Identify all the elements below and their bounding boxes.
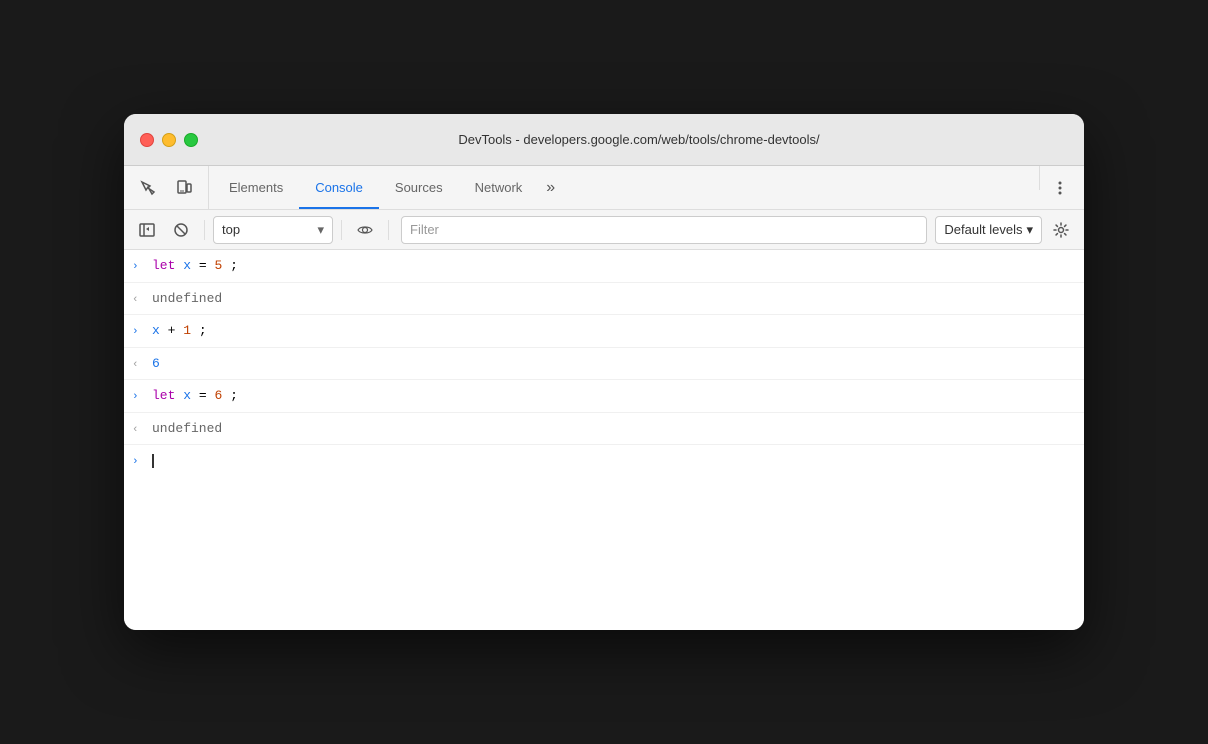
- device-mode-icon: [176, 180, 192, 196]
- num-5: 5: [214, 258, 222, 273]
- sidebar-toggle-button[interactable]: [132, 215, 162, 245]
- output-arrow-3: ‹: [132, 422, 152, 439]
- result-undefined-2: undefined: [152, 419, 1076, 439]
- num-6: 6: [214, 388, 222, 403]
- fullscreen-button[interactable]: [184, 133, 198, 147]
- title-bar: DevTools - developers.google.com/web/too…: [124, 114, 1084, 166]
- tab-bar-right-icons: [1044, 166, 1076, 209]
- tab-network[interactable]: Network: [459, 166, 539, 209]
- clear-icon: [173, 222, 189, 238]
- inspect-icon: [140, 180, 156, 196]
- eye-icon-button[interactable]: [350, 215, 380, 245]
- tab-bar: Elements Console Sources Network »: [124, 166, 1084, 210]
- num-1: 1: [183, 323, 191, 338]
- context-select[interactable]: top ▾: [213, 216, 333, 244]
- filter-input[interactable]: [401, 216, 927, 244]
- more-options-icon: [1052, 180, 1068, 196]
- clear-button[interactable]: [166, 215, 196, 245]
- levels-label: Default levels: [944, 222, 1022, 237]
- console-line-3: › x + 1 ;: [124, 315, 1084, 348]
- var-x-1: x: [183, 258, 191, 273]
- var-x-2: x: [152, 323, 160, 338]
- input-arrow-3: ›: [132, 389, 152, 406]
- eye-icon: [357, 222, 373, 238]
- var-x-3: x: [183, 388, 191, 403]
- tab-console[interactable]: Console: [299, 166, 379, 209]
- console-text-3: let x = 6 ;: [152, 386, 1076, 406]
- tab-bar-separator: [1039, 166, 1040, 190]
- console-input-line[interactable]: ›: [124, 445, 1084, 477]
- tabs-container: Elements Console Sources Network »: [213, 166, 1035, 209]
- console-content[interactable]: › let x = 5 ; ‹ undefined › x + 1 ;: [124, 250, 1084, 630]
- console-line-5: › let x = 6 ;: [124, 380, 1084, 413]
- toolbar-divider-1: [204, 220, 205, 240]
- keyword-let-1: let: [152, 258, 175, 273]
- cursor: [152, 454, 154, 468]
- toolbar-divider-2: [341, 220, 342, 240]
- console-line-6: ‹ undefined: [124, 413, 1084, 446]
- tab-elements[interactable]: Elements: [213, 166, 299, 209]
- inspect-icon-button[interactable]: [132, 172, 164, 204]
- output-arrow-2: ‹: [132, 357, 152, 374]
- input-arrow-1: ›: [132, 259, 152, 276]
- devtools-window: DevTools - developers.google.com/web/too…: [124, 114, 1084, 630]
- console-text-1: let x = 5 ;: [152, 256, 1076, 276]
- result-undefined-1: undefined: [152, 289, 1076, 309]
- traffic-lights: [140, 133, 198, 147]
- minimize-button[interactable]: [162, 133, 176, 147]
- output-arrow-1: ‹: [132, 292, 152, 309]
- input-arrow-2: ›: [132, 324, 152, 341]
- context-arrow-icon: ▾: [317, 222, 324, 238]
- tab-bar-left-icons: [132, 166, 209, 209]
- more-options-button[interactable]: [1044, 172, 1076, 204]
- device-mode-icon-button[interactable]: [168, 172, 200, 204]
- console-prompt-text: [152, 451, 1076, 471]
- window-title: DevTools - developers.google.com/web/too…: [210, 132, 1068, 147]
- settings-icon: [1053, 222, 1069, 238]
- console-toolbar: top ▾ Default levels ▾: [124, 210, 1084, 250]
- console-line-2: ‹ undefined: [124, 283, 1084, 316]
- console-line-1: › let x = 5 ;: [124, 250, 1084, 283]
- levels-select[interactable]: Default levels ▾: [935, 216, 1042, 244]
- tab-sources[interactable]: Sources: [379, 166, 459, 209]
- keyword-let-2: let: [152, 388, 175, 403]
- op-1: =: [199, 258, 215, 273]
- console-text-2: x + 1 ;: [152, 321, 1076, 341]
- settings-button[interactable]: [1046, 215, 1076, 245]
- sidebar-toggle-icon: [139, 222, 155, 238]
- levels-arrow-icon: ▾: [1026, 222, 1033, 238]
- toolbar-divider-3: [388, 220, 389, 240]
- console-line-4: ‹ 6: [124, 348, 1084, 381]
- prompt-arrow: ›: [132, 454, 152, 471]
- result-6: 6: [152, 354, 1076, 374]
- close-button[interactable]: [140, 133, 154, 147]
- more-tabs-button[interactable]: »: [538, 166, 563, 209]
- context-value: top: [222, 222, 240, 237]
